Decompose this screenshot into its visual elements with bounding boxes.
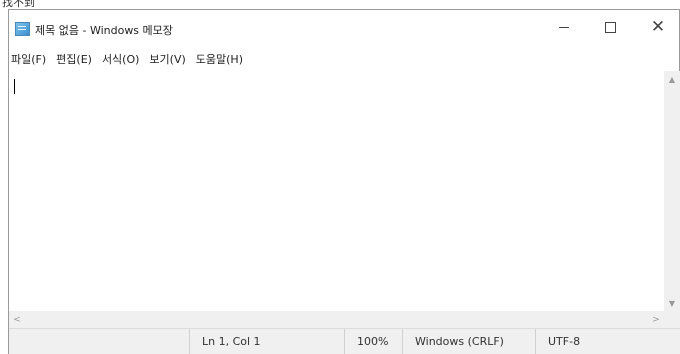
title-bar[interactable]: 제목 없음 - Windows 메모장 ✕ xyxy=(9,10,679,44)
menu-edit[interactable]: 편집(E) xyxy=(56,51,92,67)
horizontal-scrollbar[interactable]: < > xyxy=(9,311,664,328)
scroll-left-icon[interactable]: < xyxy=(9,311,25,328)
zoom-level: 100% xyxy=(344,329,402,354)
scroll-right-icon[interactable]: > xyxy=(648,311,664,328)
minimize-button[interactable] xyxy=(541,10,587,44)
menu-view[interactable]: 보기(V) xyxy=(149,51,185,67)
scroll-down-icon[interactable]: ▼ xyxy=(664,295,680,311)
notepad-window: 제목 없음 - Windows 메모장 ✕ 파일(F) 편집(E) 서식(O) … xyxy=(8,9,680,354)
maximize-icon xyxy=(604,21,616,33)
menu-file[interactable]: 파일(F) xyxy=(11,51,46,67)
menu-format[interactable]: 서식(O) xyxy=(102,51,139,67)
encoding: UTF-8 xyxy=(535,329,680,354)
text-caret xyxy=(14,79,15,94)
cursor-position: Ln 1, Col 1 xyxy=(189,329,344,354)
notepad-icon xyxy=(15,22,30,36)
window-title: 제목 없음 - Windows 메모장 xyxy=(35,24,173,37)
text-editor-area[interactable] xyxy=(9,71,664,311)
status-bar: Ln 1, Col 1 100% Windows (CRLF) UTF-8 xyxy=(9,328,680,354)
close-icon: ✕ xyxy=(650,16,666,37)
line-ending: Windows (CRLF) xyxy=(402,329,535,354)
minimize-icon xyxy=(559,26,569,28)
maximize-button[interactable] xyxy=(587,10,633,44)
scrollbar-corner xyxy=(664,311,680,328)
menu-bar: 파일(F) 편집(E) 서식(O) 보기(V) 도움말(H) xyxy=(9,48,249,70)
scroll-up-icon[interactable]: ▲ xyxy=(664,71,680,87)
close-button[interactable]: ✕ xyxy=(635,10,680,44)
vertical-scrollbar[interactable]: ▲ ▼ xyxy=(664,71,680,311)
menu-help[interactable]: 도움말(H) xyxy=(196,51,243,67)
